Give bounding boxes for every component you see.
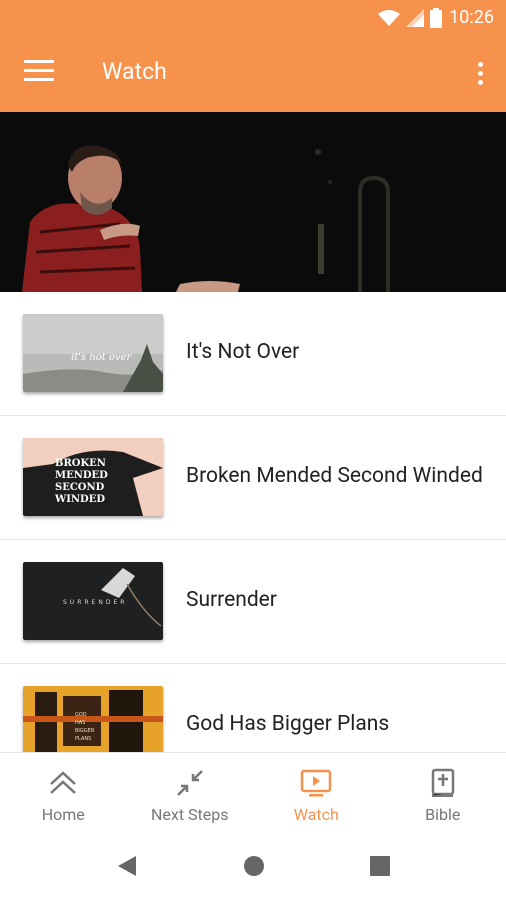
- battery-icon: [430, 8, 442, 28]
- compress-arrows-icon: [174, 767, 206, 799]
- status-bar: 10:26: [0, 0, 506, 36]
- video-thumbnail: BROKEN MENDED SECOND WINDED: [23, 438, 163, 516]
- status-time: 10:26: [449, 7, 494, 28]
- nav-item-watch[interactable]: Watch: [253, 753, 380, 832]
- home-circle-icon[interactable]: [243, 855, 265, 877]
- video-title: Surrender: [186, 588, 277, 612]
- app-bar: Watch: [0, 36, 506, 112]
- more-vert-icon[interactable]: [476, 62, 484, 88]
- video-thumbnail: GOD HAS BIGGER PLANS: [23, 686, 163, 752]
- nav-label: Watch: [293, 805, 339, 824]
- svg-text:BIGGER: BIGGER: [75, 728, 95, 734]
- double-chevron-up-icon: [47, 767, 79, 799]
- nav-label: Next Steps: [151, 805, 229, 824]
- status-icons: [378, 8, 442, 28]
- video-thumbnail: SURRENDER: [23, 562, 163, 640]
- list-item[interactable]: BROKEN MENDED SECOND WINDED Broken Mende…: [0, 416, 506, 540]
- svg-text:PLANS: PLANS: [75, 736, 91, 742]
- recents-square-icon[interactable]: [370, 856, 390, 876]
- video-title: It's Not Over: [186, 340, 300, 364]
- nav-label: Bible: [425, 805, 461, 824]
- svg-text:SECOND: SECOND: [55, 482, 105, 493]
- hero-image: [0, 112, 506, 292]
- tv-play-icon: [300, 767, 332, 799]
- nav-item-bible[interactable]: Bible: [380, 753, 506, 832]
- nav-label: Home: [41, 805, 85, 824]
- svg-text:MENDED: MENDED: [55, 470, 108, 481]
- svg-text:it's not over: it's not over: [71, 352, 133, 363]
- list-item[interactable]: it's not over It's Not Over: [0, 292, 506, 416]
- video-thumbnail: it's not over: [23, 314, 163, 392]
- svg-text:WINDED: WINDED: [54, 494, 105, 505]
- nav-item-next-steps[interactable]: Next Steps: [127, 753, 254, 832]
- page-title: Watch: [102, 58, 167, 85]
- nav-item-home[interactable]: Home: [0, 753, 127, 832]
- svg-text:GOD: GOD: [75, 712, 87, 718]
- list-item[interactable]: GOD HAS BIGGER PLANS God Has Bigger Plan…: [0, 664, 506, 752]
- video-title: God Has Bigger Plans: [186, 712, 390, 736]
- system-nav-bar: [0, 832, 506, 900]
- bible-icon: [427, 767, 459, 799]
- video-list: it's not over It's Not Over BROKEN MENDE…: [0, 292, 506, 752]
- wifi-icon: [378, 10, 400, 26]
- hero-video-banner[interactable]: [0, 112, 506, 292]
- svg-text:HAS: HAS: [75, 720, 85, 726]
- svg-text:SURRENDER: SURRENDER: [63, 599, 127, 606]
- list-item[interactable]: SURRENDER Surrender: [0, 540, 506, 664]
- svg-text:BROKEN: BROKEN: [55, 458, 106, 469]
- bottom-nav: Home Next Steps Watch Bible: [0, 752, 506, 832]
- menu-icon[interactable]: [24, 60, 54, 86]
- video-title: Broken Mended Second Winded: [186, 464, 483, 488]
- signal-icon: [406, 9, 424, 27]
- back-icon[interactable]: [116, 854, 138, 878]
